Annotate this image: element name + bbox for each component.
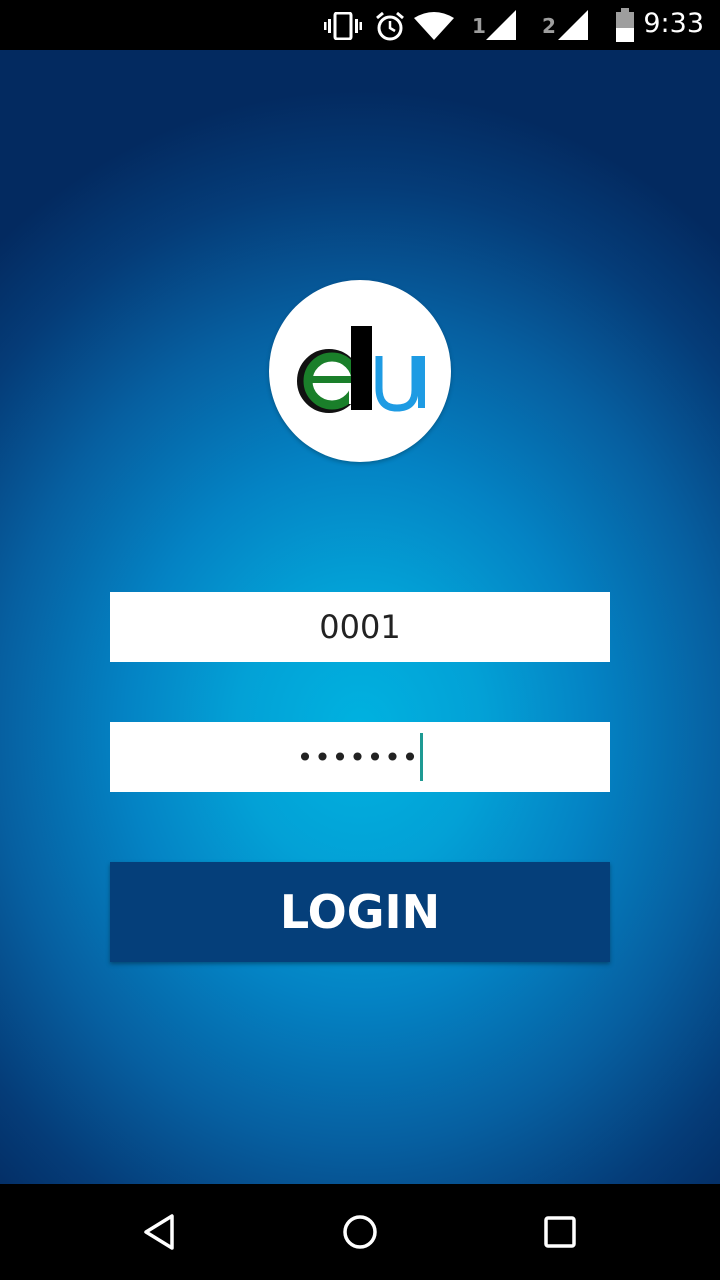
login-button[interactable]: LOGIN [110, 862, 610, 962]
vibrate-icon [324, 12, 362, 40]
home-button[interactable] [330, 1202, 390, 1262]
app-logo [269, 280, 451, 462]
wifi-icon [414, 12, 454, 40]
login-background: ••••••• LOGIN [0, 50, 720, 1184]
navigation-bar [0, 1184, 720, 1280]
sim1-label: 1 [472, 14, 486, 38]
username-input[interactable] [110, 592, 610, 662]
signal-sim2-icon [558, 10, 588, 40]
recents-icon [544, 1216, 576, 1248]
status-time: 9:33 [643, 8, 704, 39]
username-field[interactable] [110, 592, 610, 662]
battery-icon [616, 8, 634, 42]
recents-button[interactable] [530, 1202, 590, 1262]
password-input[interactable]: ••••••• [297, 733, 424, 781]
sim2-label: 2 [542, 14, 556, 38]
home-icon [343, 1215, 377, 1249]
password-dots: ••••••• [296, 740, 420, 774]
status-bar: 1 2 9:33 [0, 0, 720, 50]
back-button[interactable] [130, 1202, 190, 1262]
signal-sim1-icon [486, 10, 516, 40]
login-screen: 1 2 9:33 0001 ••••••• LOGIN [0, 0, 720, 1280]
alarm-icon [376, 11, 404, 41]
edu-logo-icon [297, 326, 425, 413]
back-icon [144, 1214, 174, 1250]
password-field[interactable]: ••••••• [110, 722, 610, 792]
text-cursor [420, 733, 424, 781]
